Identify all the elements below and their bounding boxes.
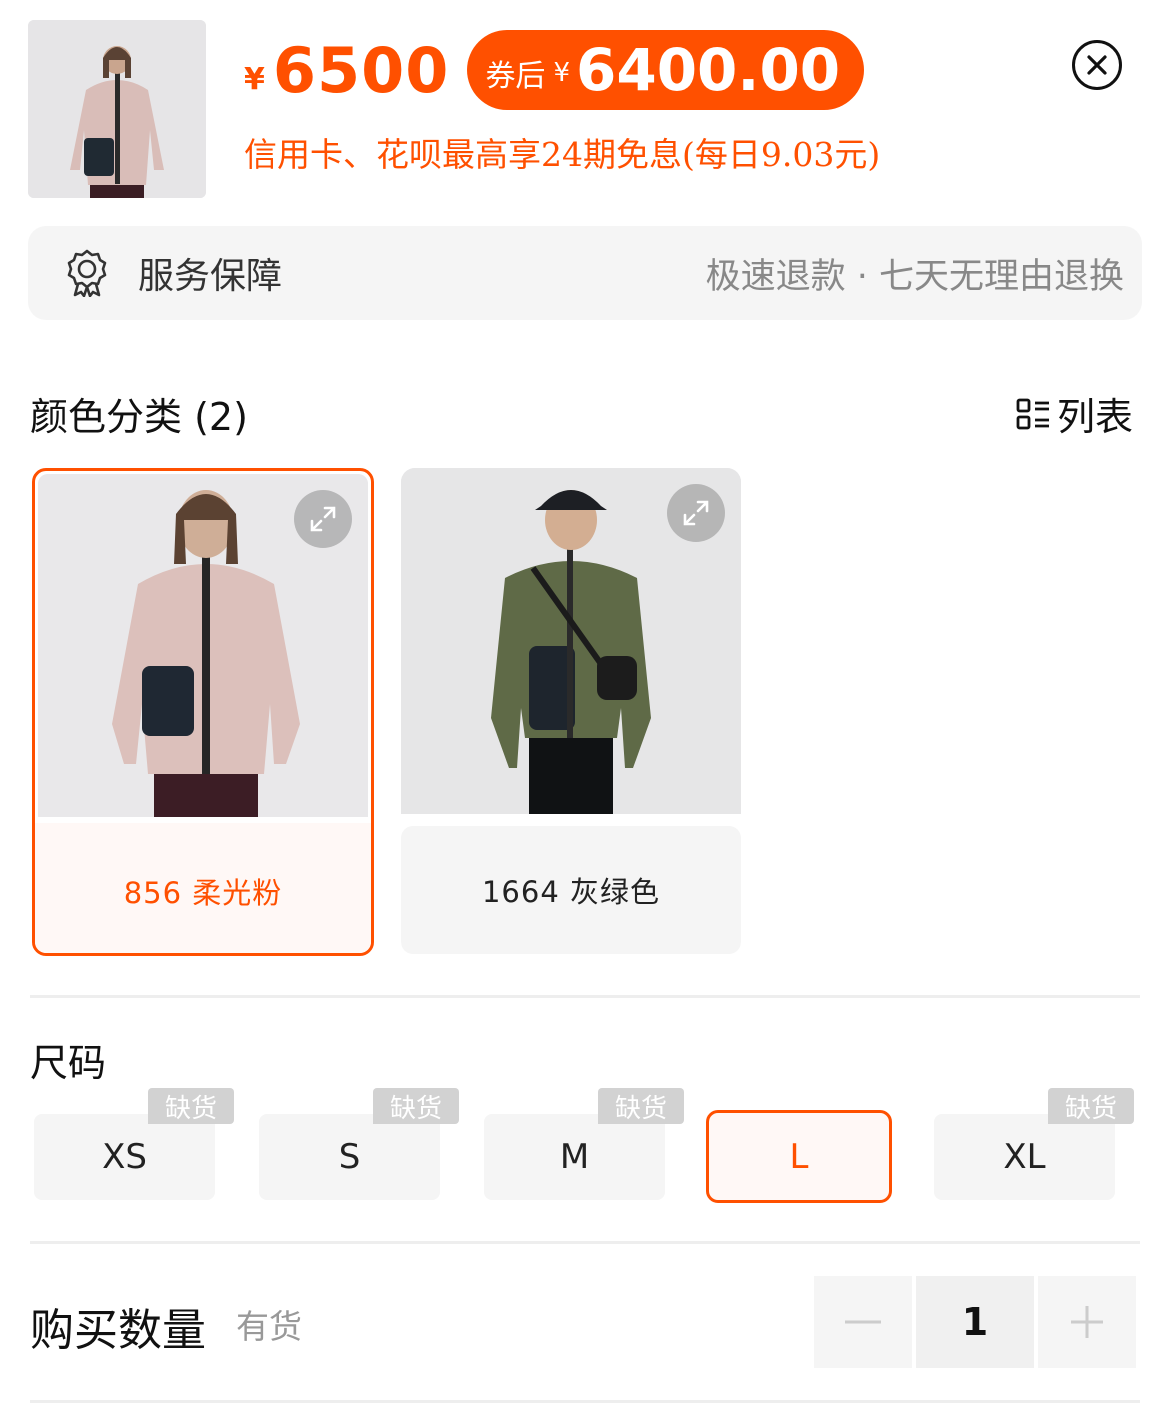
expand-icon — [310, 506, 336, 532]
color-section-title: 颜色分类 (2) — [30, 395, 248, 439]
stock-status: 有货 — [236, 1307, 302, 1346]
out-of-stock-tag: 缺货 — [598, 1088, 684, 1124]
out-of-stock-tag: 缺货 — [148, 1088, 234, 1124]
out-of-stock-tag: 缺货 — [1048, 1088, 1134, 1124]
coupon-label: 券后 — [485, 59, 546, 94]
expand-image-button[interactable] — [667, 484, 725, 542]
color-option-label: 1664 灰绿色 — [401, 826, 741, 954]
currency-symbol: ¥ — [244, 61, 265, 97]
list-icon — [1016, 398, 1049, 429]
quantity-value[interactable]: 1 — [916, 1276, 1034, 1368]
installment-info: 信用卡、花呗最高享24期免息(每日9.03元) — [244, 135, 881, 174]
quantity-label: 购买数量 — [30, 1305, 206, 1356]
section-divider — [30, 1241, 1140, 1244]
expand-icon — [683, 500, 709, 526]
list-view-label: 列表 — [1057, 395, 1134, 439]
close-icon — [1087, 55, 1107, 75]
size-option-xs[interactable]: XS — [34, 1114, 215, 1200]
coupon-price-badge: 券后 ¥ 6400.00 — [467, 30, 865, 110]
color-option-label: 856 柔光粉 — [35, 823, 371, 953]
size-option-m[interactable]: M — [484, 1114, 665, 1200]
coupon-price: 6400.00 — [575, 36, 841, 104]
service-label: 服务保障 — [138, 256, 283, 297]
color-option-pink[interactable]: 856 柔光粉 — [32, 468, 374, 956]
size-option-s[interactable]: S — [259, 1114, 440, 1200]
close-button[interactable] — [1072, 40, 1122, 90]
plus-icon — [1071, 1306, 1103, 1338]
badge-icon — [67, 249, 107, 297]
minus-icon — [845, 1320, 881, 1324]
color-option-green[interactable]: 1664 灰绿色 — [401, 468, 741, 956]
size-section-title: 尺码 — [30, 1041, 107, 1085]
section-divider — [30, 995, 1140, 998]
section-divider — [30, 1400, 1140, 1403]
price-row: ¥ 6500 券后 ¥ 6400.00 — [244, 28, 865, 112]
product-price: 6500 — [272, 33, 450, 107]
increase-quantity-button[interactable] — [1038, 1276, 1136, 1368]
coupon-currency-symbol: ¥ — [553, 58, 570, 88]
service-value: 极速退款 · 七天无理由退换 — [705, 256, 1124, 297]
service-guarantee-bar[interactable]: 服务保障 极速退款 · 七天无理由退换 — [28, 226, 1142, 320]
size-option-xl[interactable]: XL — [934, 1114, 1115, 1200]
list-view-toggle[interactable]: 列表 — [1015, 386, 1133, 441]
product-thumbnail[interactable] — [28, 20, 206, 198]
size-option-l[interactable]: L — [706, 1110, 892, 1203]
decrease-quantity-button[interactable] — [814, 1276, 912, 1368]
color-option-image — [38, 474, 368, 817]
expand-image-button[interactable] — [294, 490, 352, 548]
quantity-stepper: 1 — [814, 1276, 1136, 1368]
color-option-image — [401, 468, 741, 814]
out-of-stock-tag: 缺货 — [373, 1088, 459, 1124]
